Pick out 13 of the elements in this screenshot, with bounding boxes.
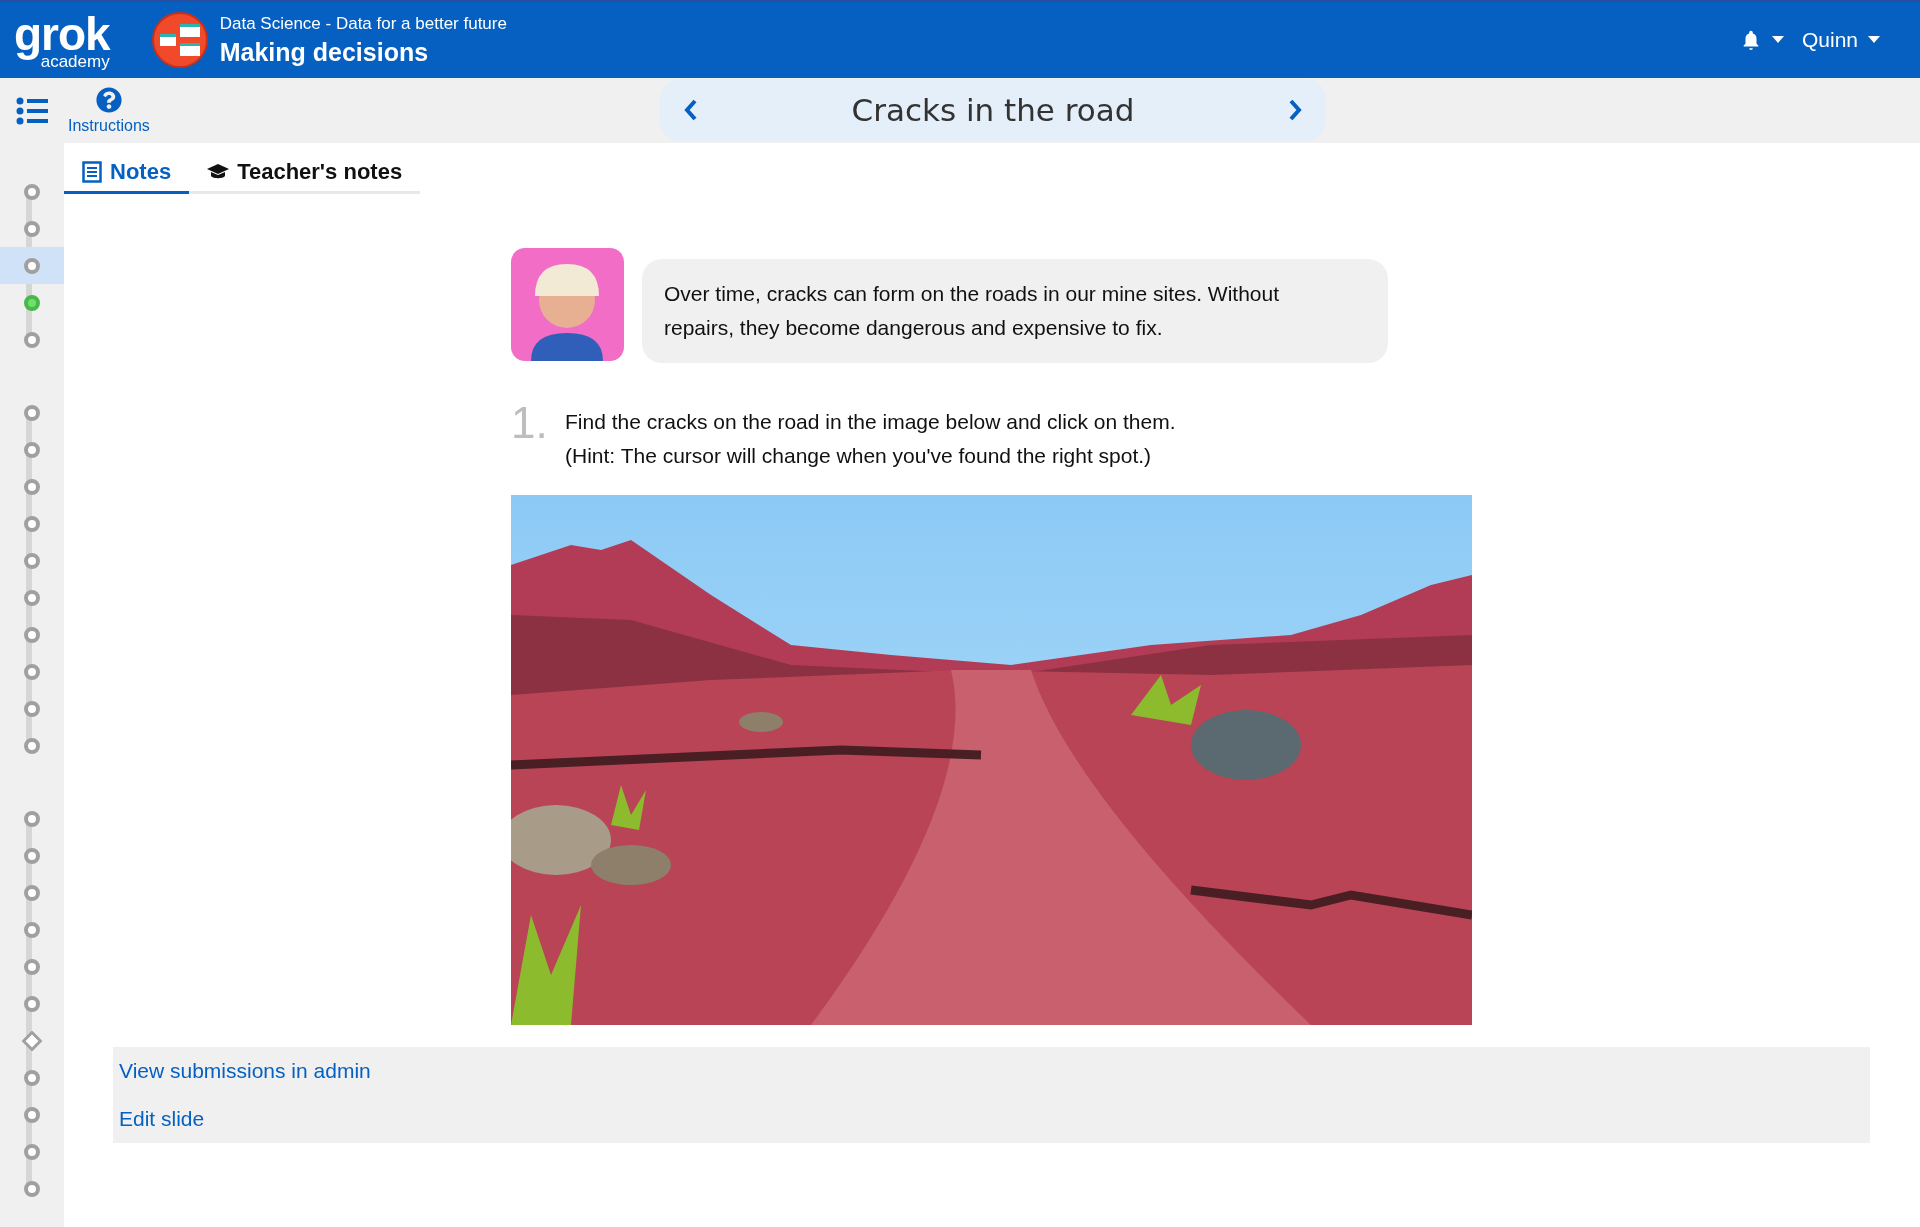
step-number: 1.: [511, 401, 547, 449]
tab[interactable]: Teacher's notes: [189, 153, 421, 194]
logo[interactable]: grok academy: [14, 10, 110, 70]
step-instructions: Find the cracks on the road in the image below and click on them. (Hint: The cursor will change when you've found the right spot.): [565, 409, 1176, 469]
instructions-button[interactable]: Instructions: [64, 86, 154, 135]
tab[interactable]: Notes: [64, 153, 190, 194]
module-title: Making decisions: [219, 37, 430, 67]
admin-link[interactable]: Edit slide: [119, 1103, 205, 1135]
speech-bubble: Over time, cracks can form on the roads in our mine sites. Without repairs, they become dangerous and expensive to fix.: [642, 259, 1388, 363]
course-title: Data Science - Data for a better future: [219, 13, 507, 34]
admin-link[interactable]: View submissions in admin: [119, 1055, 371, 1087]
user-menu-button[interactable]: Quinn: [1797, 24, 1884, 56]
slide-title: Cracks in the road: [851, 92, 1135, 128]
